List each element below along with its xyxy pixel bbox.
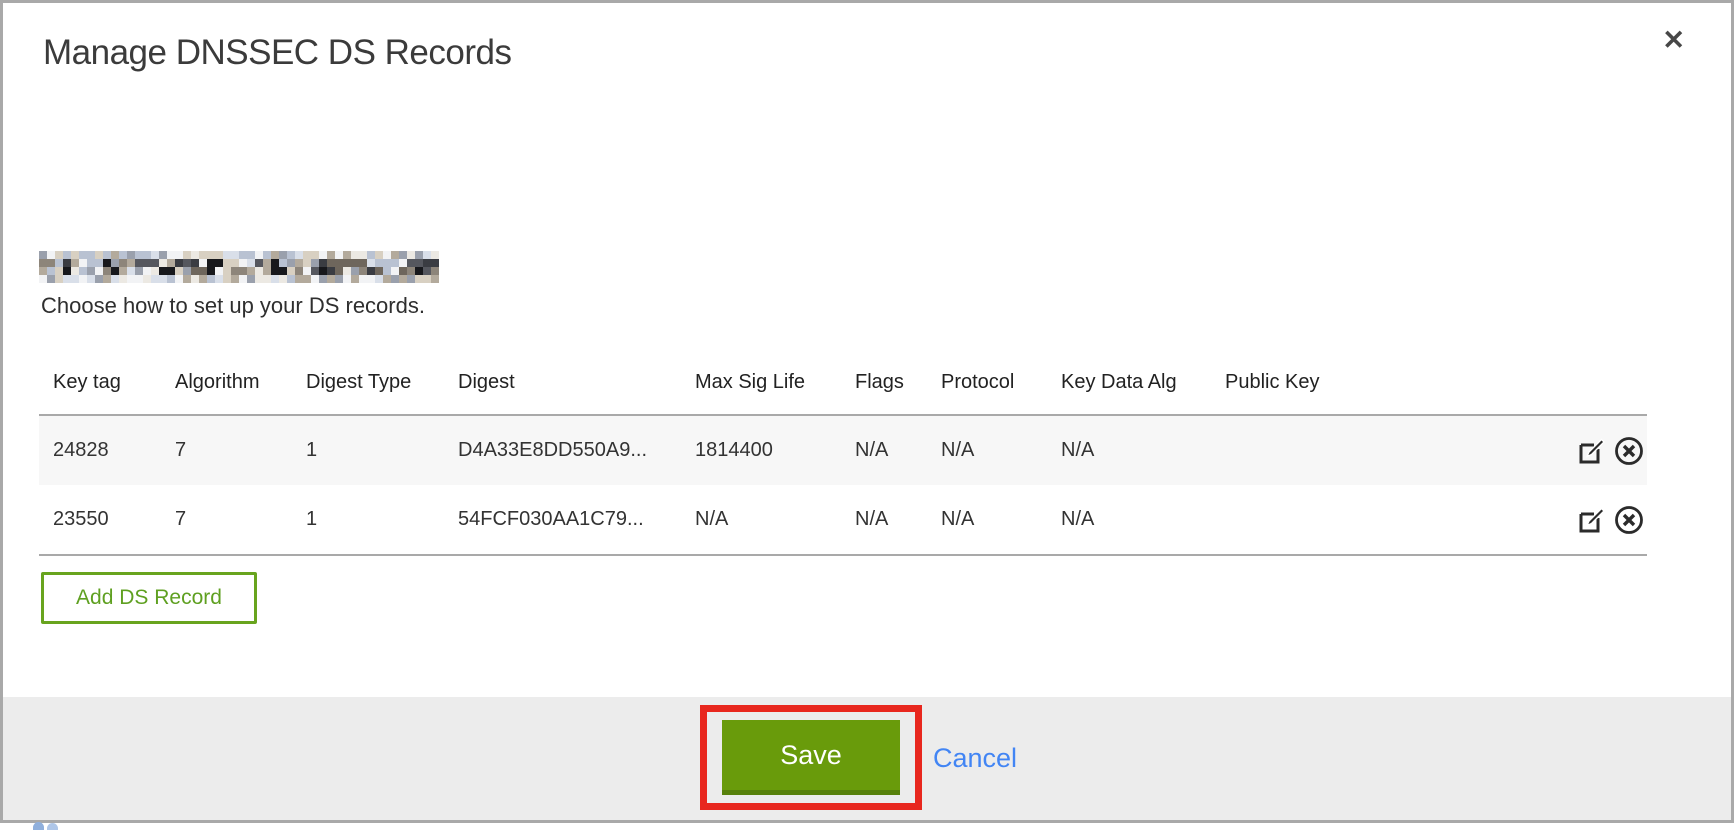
header-algorithm: Algorithm: [161, 363, 292, 415]
cell-flags: N/A: [841, 415, 927, 485]
cell-max-sig-life: N/A: [681, 485, 841, 555]
cell-key-tag: 24828: [39, 415, 161, 485]
table-header-row: Key tag Algorithm Digest Type Digest Max…: [39, 363, 1647, 415]
intro-text: Choose how to set up your DS records.: [41, 293, 425, 319]
cell-algorithm: 7: [161, 485, 292, 555]
header-actions: [1557, 363, 1647, 415]
header-digest-type: Digest Type: [292, 363, 444, 415]
header-key-tag: Key tag: [39, 363, 161, 415]
delete-record-icon[interactable]: [1613, 435, 1645, 467]
cell-algorithm: 7: [161, 415, 292, 485]
ds-records-table: Key tag Algorithm Digest Type Digest Max…: [39, 363, 1647, 556]
cell-digest-type: 1: [292, 485, 444, 555]
cell-actions: [1557, 485, 1647, 555]
save-button[interactable]: Save: [722, 720, 900, 795]
cell-actions: [1557, 415, 1647, 485]
cell-digest-type: 1: [292, 415, 444, 485]
cell-protocol: N/A: [927, 415, 1047, 485]
cell-key-data-alg: N/A: [1047, 485, 1211, 555]
cell-key-tag: 23550: [39, 485, 161, 555]
cell-max-sig-life: 1814400: [681, 415, 841, 485]
cell-flags: N/A: [841, 485, 927, 555]
header-public-key: Public Key: [1211, 363, 1557, 415]
header-key-data-alg: Key Data Alg: [1047, 363, 1211, 415]
save-highlight-annotation: Save: [700, 705, 922, 810]
dialog-footer: Save Cancel: [3, 697, 1731, 820]
add-ds-record-button[interactable]: Add DS Record: [41, 572, 257, 624]
manage-dnssec-dialog: Manage DNSSEC DS Records ✕ Choose how to…: [0, 0, 1734, 823]
header-max-sig-life: Max Sig Life: [681, 363, 841, 415]
cell-protocol: N/A: [927, 485, 1047, 555]
header-flags: Flags: [841, 363, 927, 415]
cell-digest: D4A33E8DD550A9...: [444, 415, 681, 485]
cell-public-key: [1211, 415, 1557, 485]
edit-record-icon[interactable]: [1575, 435, 1607, 467]
background-page-fragment: [33, 822, 61, 830]
table-row: 24828 7 1 D4A33E8DD550A9... 1814400 N/A …: [39, 415, 1647, 485]
header-protocol: Protocol: [927, 363, 1047, 415]
cell-key-data-alg: N/A: [1047, 415, 1211, 485]
header-digest: Digest: [444, 363, 681, 415]
cancel-link[interactable]: Cancel: [933, 743, 1017, 774]
cell-digest: 54FCF030AA1C79...: [444, 485, 681, 555]
cell-public-key: [1211, 485, 1557, 555]
dialog-title: Manage DNSSEC DS Records: [43, 33, 511, 73]
close-icon[interactable]: ✕: [1662, 27, 1685, 54]
delete-record-icon[interactable]: [1613, 504, 1645, 536]
table-row: 23550 7 1 54FCF030AA1C79... N/A N/A N/A …: [39, 485, 1647, 555]
redacted-domain-name: [39, 251, 439, 283]
edit-record-icon[interactable]: [1575, 504, 1607, 536]
